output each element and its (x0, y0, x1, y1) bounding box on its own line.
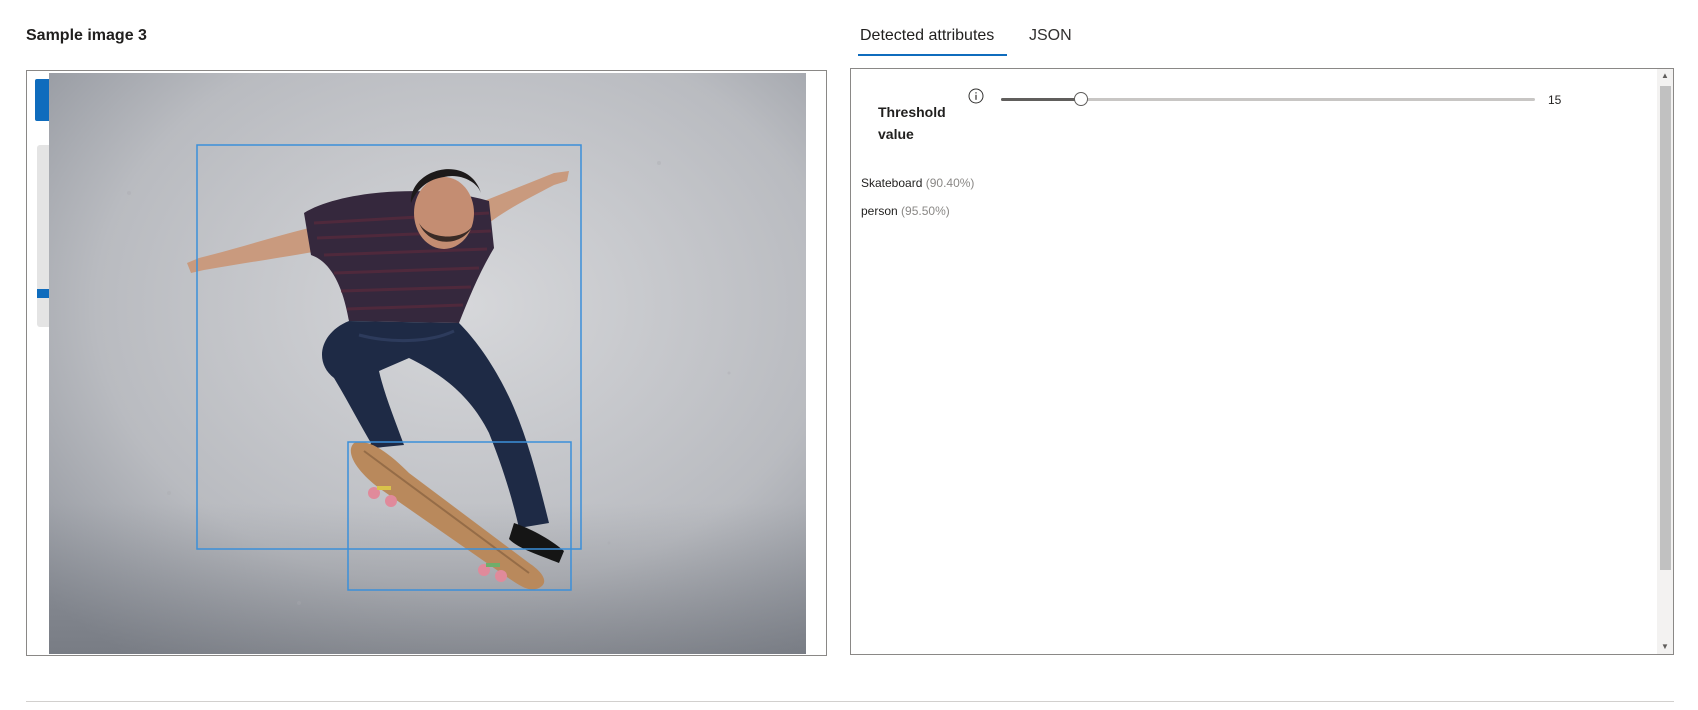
image-viewer (26, 70, 827, 656)
attribute-name: Skateboard (861, 176, 923, 190)
threshold-label: Threshold value (878, 104, 946, 142)
active-tab-indicator (858, 54, 1007, 56)
scrollbar-thumb[interactable] (1660, 86, 1671, 570)
vertical-scrollbar[interactable]: ▲ ▼ (1657, 69, 1673, 654)
chevron-down-icon[interactable]: ▼ (1657, 640, 1673, 654)
detected-attributes-panel: Threshold value 15 Skateboard (90.40%) p… (850, 68, 1674, 655)
list-item: person (95.50%) (861, 197, 974, 225)
info-icon[interactable] (968, 88, 984, 104)
chevron-up-icon[interactable]: ▲ (1657, 69, 1673, 83)
attribute-confidence: (95.50%) (901, 204, 950, 218)
tab-json[interactable]: JSON (1029, 27, 1072, 45)
tab-detected-attributes[interactable]: Detected attributes (860, 27, 994, 45)
divider (26, 701, 1674, 702)
threshold-slider-fill (1001, 98, 1081, 101)
sample-title: Sample image 3 (26, 27, 147, 44)
threshold-slider-thumb[interactable] (1074, 92, 1088, 106)
attribute-name: person (861, 204, 898, 218)
threshold-value: 15 (1548, 93, 1562, 107)
attribute-confidence: (90.40%) (925, 176, 975, 190)
page: Sample image 3 Detected attributes JSON … (0, 0, 1698, 710)
list-item: Skateboard (90.40%) (861, 169, 974, 197)
attribute-list: Skateboard (90.40%) person (95.50%) (861, 169, 974, 225)
threshold-slider[interactable] (1001, 91, 1535, 109)
sample-image (49, 73, 806, 654)
